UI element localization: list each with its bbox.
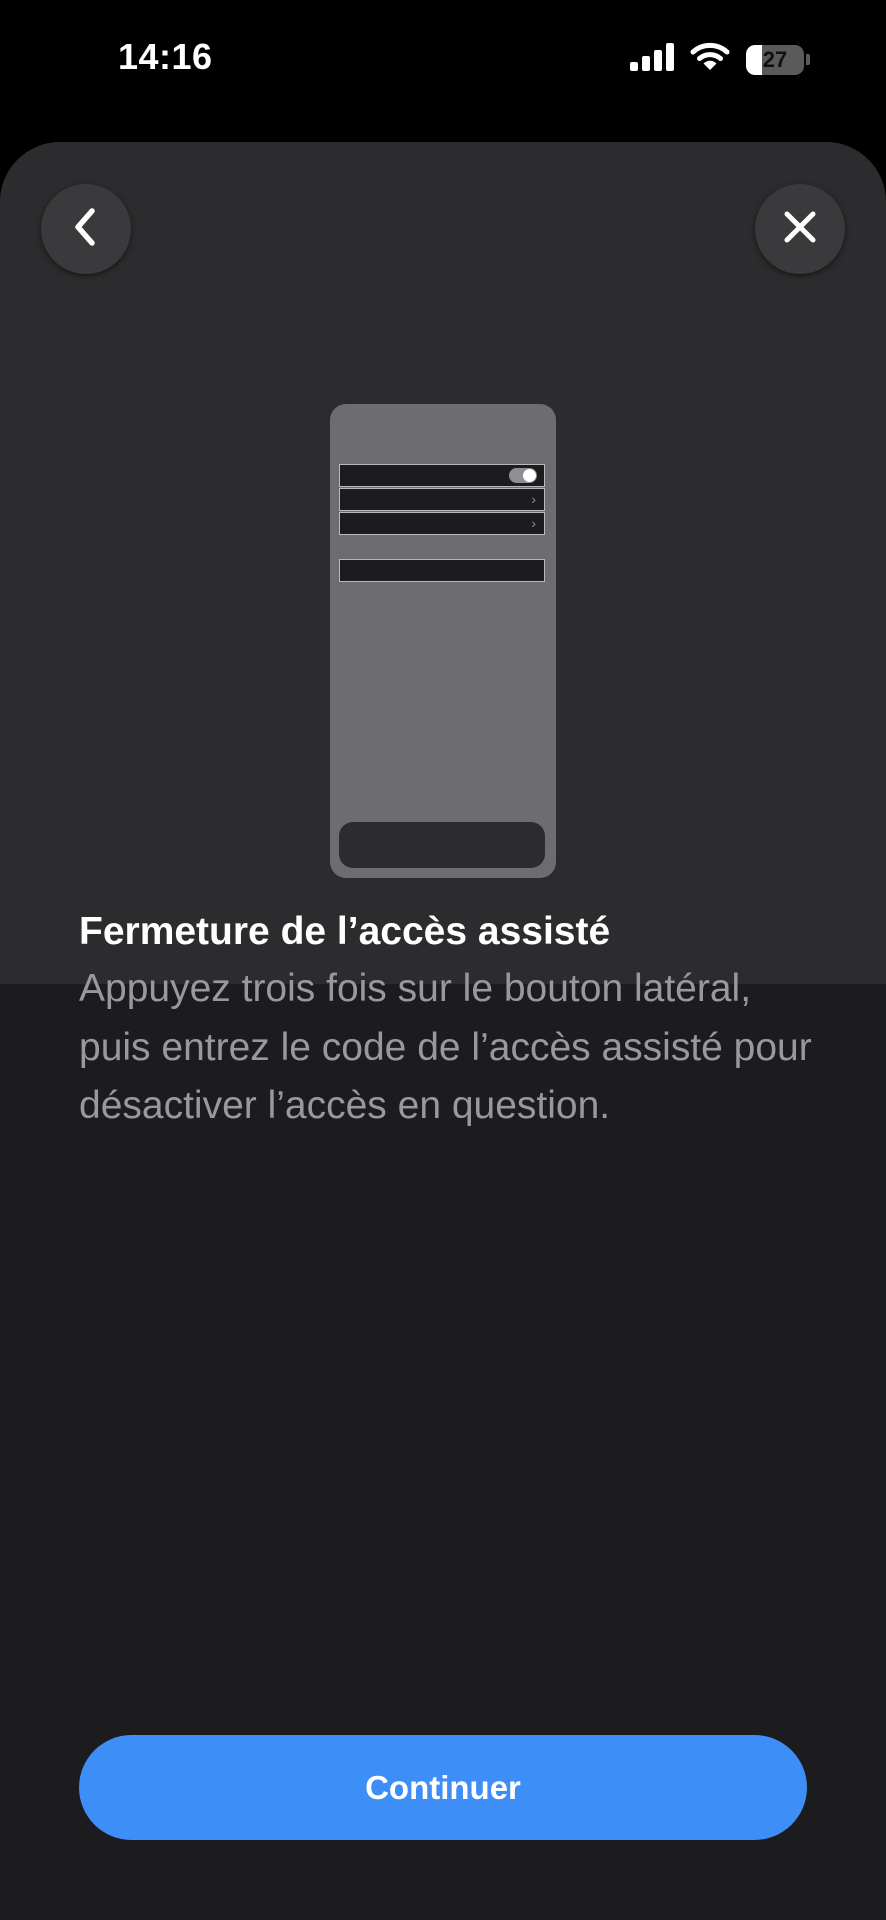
- back-button[interactable]: [41, 184, 131, 274]
- illustration-chevron-row: ›: [339, 512, 545, 535]
- sheet-title: Fermeture de l’accès assisté: [79, 910, 611, 953]
- close-button[interactable]: [755, 184, 845, 274]
- toggle-icon: [509, 468, 537, 483]
- battery-icon: 27: [746, 44, 804, 75]
- status-bar: 14:16 27: [0, 0, 886, 120]
- status-time: 14:16: [118, 36, 213, 77]
- close-icon: [780, 207, 820, 252]
- illustration-bottom-button: [339, 822, 545, 868]
- toggle-knob: [523, 469, 536, 482]
- continue-button[interactable]: Continuer: [79, 1735, 807, 1840]
- sheet-description: Appuyez trois fois sur le bouton latéral…: [79, 967, 812, 1127]
- battery-level: 27: [762, 46, 788, 72]
- status-icons: 27: [630, 42, 810, 77]
- chevron-left-icon: [68, 205, 104, 254]
- chevron-right-icon: ›: [531, 491, 536, 507]
- assistive-access-sheet: › › Fermeture de l’accès assisté Appuyez…: [0, 142, 886, 1920]
- illustration-plain-row: [339, 559, 545, 582]
- screen: 14:16 27 › › Fermeture de l’accès assist…: [0, 0, 886, 1920]
- illustration-chevron-row: ›: [339, 488, 545, 511]
- illustration-toggle-row: [339, 464, 545, 487]
- battery-tip: [806, 54, 810, 65]
- cellular-signal-icon: [630, 43, 674, 76]
- phone-illustration: › ›: [330, 404, 556, 878]
- illustration-area: › ›: [0, 142, 886, 984]
- chevron-right-icon: ›: [531, 515, 536, 531]
- wifi-icon: [690, 42, 730, 77]
